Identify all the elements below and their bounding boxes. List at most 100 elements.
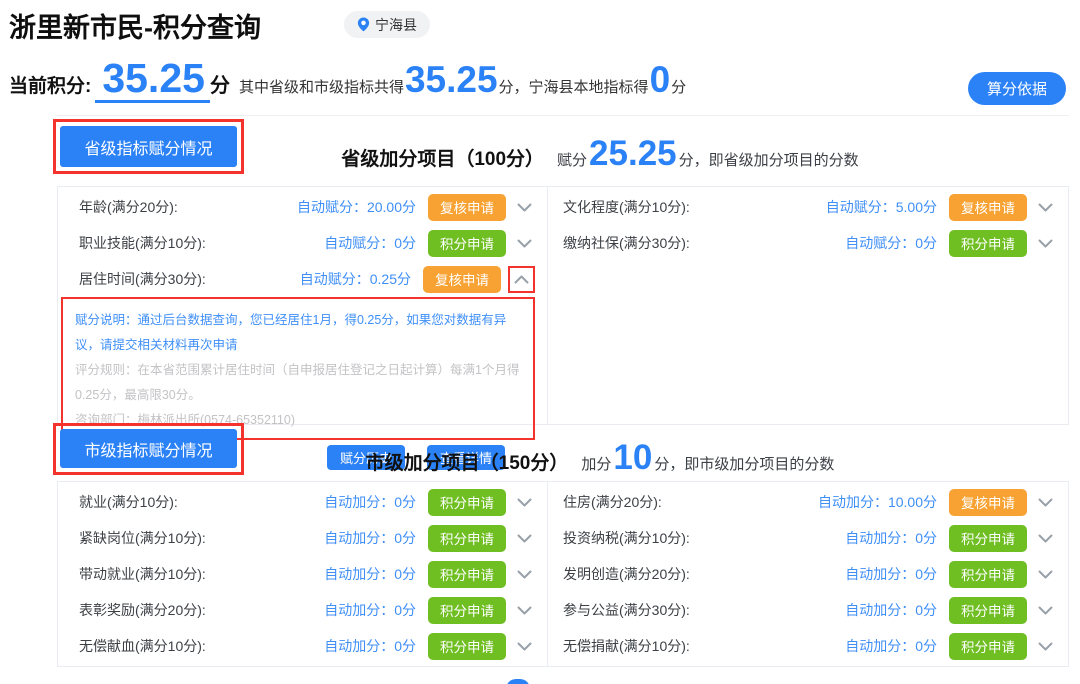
- indicator-label: 带动就业(满分10分):: [79, 566, 206, 582]
- score-row: 年龄(满分20分): 自动赋分：20.00分 复核申请: [58, 189, 547, 225]
- score-row: 紧缺岗位(满分10分): 自动加分：0分 积分申请: [58, 520, 547, 556]
- detail-explanation: 赋分说明：通过后台数据查询，您已经居住1月，得0.25分，如果您对数据有异议，请…: [75, 313, 507, 352]
- city-score-suffix: 分，即市级加分项目的分数: [654, 456, 835, 473]
- chevron-down-icon[interactable]: [513, 635, 535, 657]
- points-apply-button[interactable]: 积分申请: [428, 560, 506, 588]
- chevron-down-icon[interactable]: [513, 527, 535, 549]
- points-apply-button[interactable]: 积分申请: [949, 632, 1027, 660]
- header-divider: [57, 115, 1069, 116]
- province-section-title: 省级加分项目（100分）: [341, 149, 545, 170]
- chevron-down-icon[interactable]: [1034, 563, 1056, 585]
- auto-score-value: 自动加分：0分: [324, 638, 416, 654]
- points-apply-button[interactable]: 积分申请: [949, 524, 1027, 552]
- points-apply-button[interactable]: 积分申请: [428, 229, 506, 257]
- chevron-up-icon[interactable]: [508, 265, 535, 293]
- auto-score-value: 自动加分：10.00分: [817, 494, 937, 510]
- score-row: 就业(满分10分): 自动加分：0分 积分申请: [58, 484, 547, 520]
- current-score-value: 35.25: [95, 58, 210, 103]
- score-row: 缴纳社保(满分30分): 自动赋分：0分 积分申请: [548, 225, 1068, 261]
- indicator-label: 无偿献血(满分10分):: [79, 638, 206, 654]
- breakdown-suffix: 分: [671, 79, 687, 96]
- location-pin-icon: [357, 17, 370, 32]
- indicator-label: 缴纳社保(满分30分):: [563, 235, 690, 251]
- indicator-label: 住房(满分20分):: [563, 494, 662, 510]
- combined-score-value: 35.25: [404, 59, 498, 100]
- province-indicator-tag-button[interactable]: 省级指标赋分情况: [60, 126, 237, 167]
- score-label: 当前积分:: [9, 76, 92, 97]
- review-apply-button[interactable]: 复核申请: [949, 488, 1027, 516]
- score-row: 居住时间(满分30分): 自动赋分：0.25分 复核申请: [58, 261, 547, 297]
- indicator-label: 就业(满分10分):: [79, 494, 178, 510]
- chevron-down-icon[interactable]: [513, 196, 535, 218]
- chevron-down-icon[interactable]: [513, 599, 535, 621]
- points-apply-button[interactable]: 积分申请: [428, 488, 506, 516]
- score-basis-button[interactable]: 算分依据: [967, 72, 1066, 105]
- chevron-down-icon[interactable]: [513, 232, 535, 254]
- cutoff-next-section-score: [506, 679, 530, 684]
- indicator-label: 表彰奖励(满分20分):: [79, 602, 206, 618]
- detail-rule: 评分规则：在本省范围累计居住时间（自申报居住登记之日起计算）每满1个月得0.25…: [75, 363, 520, 402]
- location-label: 宁海县: [375, 16, 417, 33]
- points-apply-button[interactable]: 积分申请: [949, 596, 1027, 624]
- indicator-label: 年龄(满分20分):: [79, 199, 178, 215]
- review-apply-button[interactable]: 复核申请: [428, 193, 506, 221]
- points-apply-button[interactable]: 积分申请: [428, 632, 506, 660]
- city-left-column: 就业(满分10分): 自动加分：0分 积分申请 紧缺岗位(满分10分): 自动加分：0分…: [58, 482, 548, 666]
- city-score-prefix: 加分: [581, 456, 612, 473]
- chevron-down-icon[interactable]: [1034, 599, 1056, 621]
- indicator-label: 职业技能(满分10分):: [79, 235, 206, 251]
- review-apply-button[interactable]: 复核申请: [423, 265, 501, 293]
- auto-score-value: 自动赋分：5.00分: [825, 199, 937, 215]
- page-title: 浙里新市民-积分查询: [9, 13, 261, 43]
- breakdown-mid: 分，宁海县本地指标得: [498, 79, 649, 96]
- auto-score-value: 自动加分：0分: [324, 602, 416, 618]
- breakdown-prefix: 其中省级和市级指标共得: [238, 79, 404, 96]
- auto-score-value: 自动加分：0分: [845, 530, 937, 546]
- province-right-column: 文化程度(满分10分): 自动赋分：5.00分 复核申请缴纳社保(满分30分): 自动…: [548, 187, 1068, 424]
- review-apply-button[interactable]: 复核申请: [949, 193, 1027, 221]
- city-indicator-tag-button[interactable]: 市级指标赋分情况: [60, 429, 237, 468]
- province-score-suffix: 分，即省级加分项目的分数: [678, 152, 859, 169]
- points-apply-button[interactable]: 积分申请: [428, 596, 506, 624]
- auto-score-value: 自动加分：0分: [845, 602, 937, 618]
- score-row: 文化程度(满分10分): 自动赋分：5.00分 复核申请: [548, 189, 1068, 225]
- indicator-label: 居住时间(满分30分):: [79, 271, 206, 287]
- indicator-label: 紧缺岗位(满分10分):: [79, 530, 206, 546]
- auto-score-value: 自动赋分：0.25分: [299, 271, 411, 287]
- city-section-header: 市级加分项目（150分） 加分 10 分，即市级加分项目的分数: [250, 440, 950, 475]
- chevron-down-icon[interactable]: [1034, 232, 1056, 254]
- province-left-column: 年龄(满分20分): 自动赋分：20.00分 复核申请 职业技能(满分10分): 自动赋…: [58, 187, 548, 470]
- indicator-label: 无偿捐献(满分10分):: [563, 638, 690, 654]
- score-row: 无偿捐献(满分10分): 自动加分：0分 积分申请: [548, 628, 1068, 664]
- indicator-label: 文化程度(满分10分):: [563, 199, 690, 215]
- auto-score-value: 自动赋分：0分: [845, 235, 937, 251]
- points-apply-button[interactable]: 积分申请: [949, 560, 1027, 588]
- province-score-table: 年龄(满分20分): 自动赋分：20.00分 复核申请 职业技能(满分10分): 自动赋…: [57, 186, 1069, 470]
- points-apply-button[interactable]: 积分申请: [428, 524, 506, 552]
- indicator-label: 发明创造(满分20分):: [563, 566, 690, 582]
- province-score-value: 25.25: [589, 134, 677, 173]
- score-row: 参与公益(满分30分): 自动加分：0分 积分申请: [548, 592, 1068, 628]
- city-right-column: 住房(满分20分): 自动加分：10.00分 复核申请 投资纳税(满分10分): 自动加…: [548, 482, 1068, 666]
- points-apply-button[interactable]: 积分申请: [949, 229, 1027, 257]
- province-section-header: 省级加分项目（100分） 赋分 25.25 分，即省级加分项目的分数: [250, 136, 950, 171]
- score-row: 住房(满分20分): 自动加分：10.00分 复核申请: [548, 484, 1068, 520]
- chevron-down-icon[interactable]: [1034, 527, 1056, 549]
- annotation-box-detail-panel: 赋分说明：通过后台数据查询，您已经居住1月，得0.25分，如果您对数据有异议，请…: [61, 297, 535, 440]
- location-badge[interactable]: 宁海县: [344, 11, 430, 38]
- score-row: 带动就业(满分10分): 自动加分：0分 积分申请: [58, 556, 547, 592]
- chevron-down-icon[interactable]: [1034, 196, 1056, 218]
- auto-score-value: 自动赋分：20.00分: [296, 199, 416, 215]
- chevron-down-icon[interactable]: [1034, 635, 1056, 657]
- score-row: 发明创造(满分20分): 自动加分：0分 积分申请: [548, 556, 1068, 592]
- province-score-prefix: 赋分: [557, 152, 588, 169]
- chevron-down-icon[interactable]: [513, 563, 535, 585]
- local-score-value: 0: [649, 59, 671, 100]
- score-unit: 分: [209, 75, 230, 97]
- score-row: 表彰奖励(满分20分): 自动加分：0分 积分申请: [58, 592, 547, 628]
- city-score-value: 10: [613, 438, 653, 477]
- chevron-down-icon[interactable]: [1034, 491, 1056, 513]
- indicator-label: 参与公益(满分30分):: [563, 602, 690, 618]
- auto-score-value: 自动加分：0分: [324, 566, 416, 582]
- chevron-down-icon[interactable]: [513, 491, 535, 513]
